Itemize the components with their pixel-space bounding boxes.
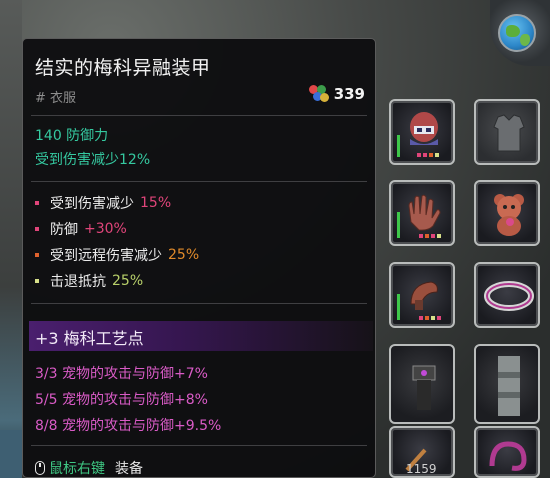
vanity-slot-pet[interactable] <box>474 180 540 246</box>
bonus-label: 防御 <box>50 222 78 238</box>
globe-icon <box>498 14 536 52</box>
price-value: 339 <box>333 85 365 103</box>
bonus-value: 25% <box>112 273 144 289</box>
pet-bonus-row: 8/8 宠物的攻击与防御+9.5% <box>35 418 222 434</box>
divider <box>31 303 367 304</box>
swirl-icon <box>489 441 527 471</box>
equip-slot-hands[interactable] <box>389 180 455 246</box>
mod-bonus-row: 受到伤害减少 15% <box>35 193 171 213</box>
bonus-value: +30% <box>84 221 127 237</box>
pillar-icon <box>498 356 520 416</box>
divider <box>31 445 367 446</box>
gems-currency-icon <box>308 85 329 103</box>
vanity-slot-back[interactable] <box>474 344 540 424</box>
background-edge <box>0 0 22 478</box>
equip-slot-weapon[interactable] <box>389 262 455 328</box>
vanity-slot-armor[interactable] <box>474 99 540 165</box>
mod-slots <box>417 153 439 157</box>
bonus-value: 25% <box>168 247 200 263</box>
mod-dot-icon <box>35 253 39 257</box>
item-quantity: 1159 <box>406 462 437 476</box>
item-price: 339 <box>308 85 365 103</box>
item-title: 结实的梅科异融装甲 <box>35 57 211 79</box>
mod-bonus-row: 击退抵抗 25% <box>35 271 143 291</box>
ring-icon <box>484 281 534 311</box>
craft-points-label: +3 梅科工艺点 <box>35 329 144 348</box>
divider <box>31 115 367 116</box>
vanity-slot-misc[interactable] <box>474 426 540 478</box>
equip-action-label: 装备 <box>115 461 143 477</box>
defense-stat: 140 防御力 <box>35 128 109 144</box>
background-corner <box>0 430 22 478</box>
bonus-label: 受到伤害减少 <box>50 196 134 212</box>
glove-icon <box>408 194 441 231</box>
equip-slot-pet[interactable] <box>389 344 455 424</box>
helmet-icon <box>410 112 438 145</box>
right-click-hint: 鼠标右键 <box>49 461 105 477</box>
equip-slot-head[interactable] <box>389 99 455 165</box>
mod-slots <box>419 234 441 238</box>
tooltip-footer: 鼠标右键 装备 <box>35 458 143 478</box>
item-tooltip: 结实的梅科异融装甲 # 衣服 339 140 防御力 受到伤害减少12% 受到伤… <box>22 38 376 478</box>
weapon-icon <box>410 281 438 310</box>
mod-dot-icon <box>35 227 39 231</box>
pet-summon-icon <box>412 365 436 410</box>
mod-bonus-row: 防御 +30% <box>35 219 127 239</box>
item-category: # 衣服 <box>35 91 77 106</box>
bonus-label: 受到远程伤害减少 <box>50 248 162 264</box>
mouse-right-click-icon <box>35 461 45 475</box>
damage-reduction-stat: 受到伤害减少12% <box>35 152 151 168</box>
armor-placeholder-icon <box>493 114 525 152</box>
pet-bonus-row: 5/5 宠物的攻击与防御+8% <box>35 392 208 408</box>
craft-points-header: +3 梅科工艺点 <box>29 321 373 351</box>
mod-bonus-row: 受到远程伤害减少 25% <box>35 245 199 265</box>
bonus-value: 15% <box>140 195 172 211</box>
mod-slots <box>419 316 441 320</box>
mod-dot-icon <box>35 279 39 283</box>
pet-bonus-row: 3/3 宠物的攻击与防御+7% <box>35 366 208 382</box>
teddy-bear-icon <box>494 194 524 236</box>
mod-dot-icon <box>35 201 39 205</box>
vanity-slot-ring[interactable] <box>474 262 540 328</box>
divider <box>31 181 367 182</box>
bonus-label: 击退抵抗 <box>50 274 106 290</box>
